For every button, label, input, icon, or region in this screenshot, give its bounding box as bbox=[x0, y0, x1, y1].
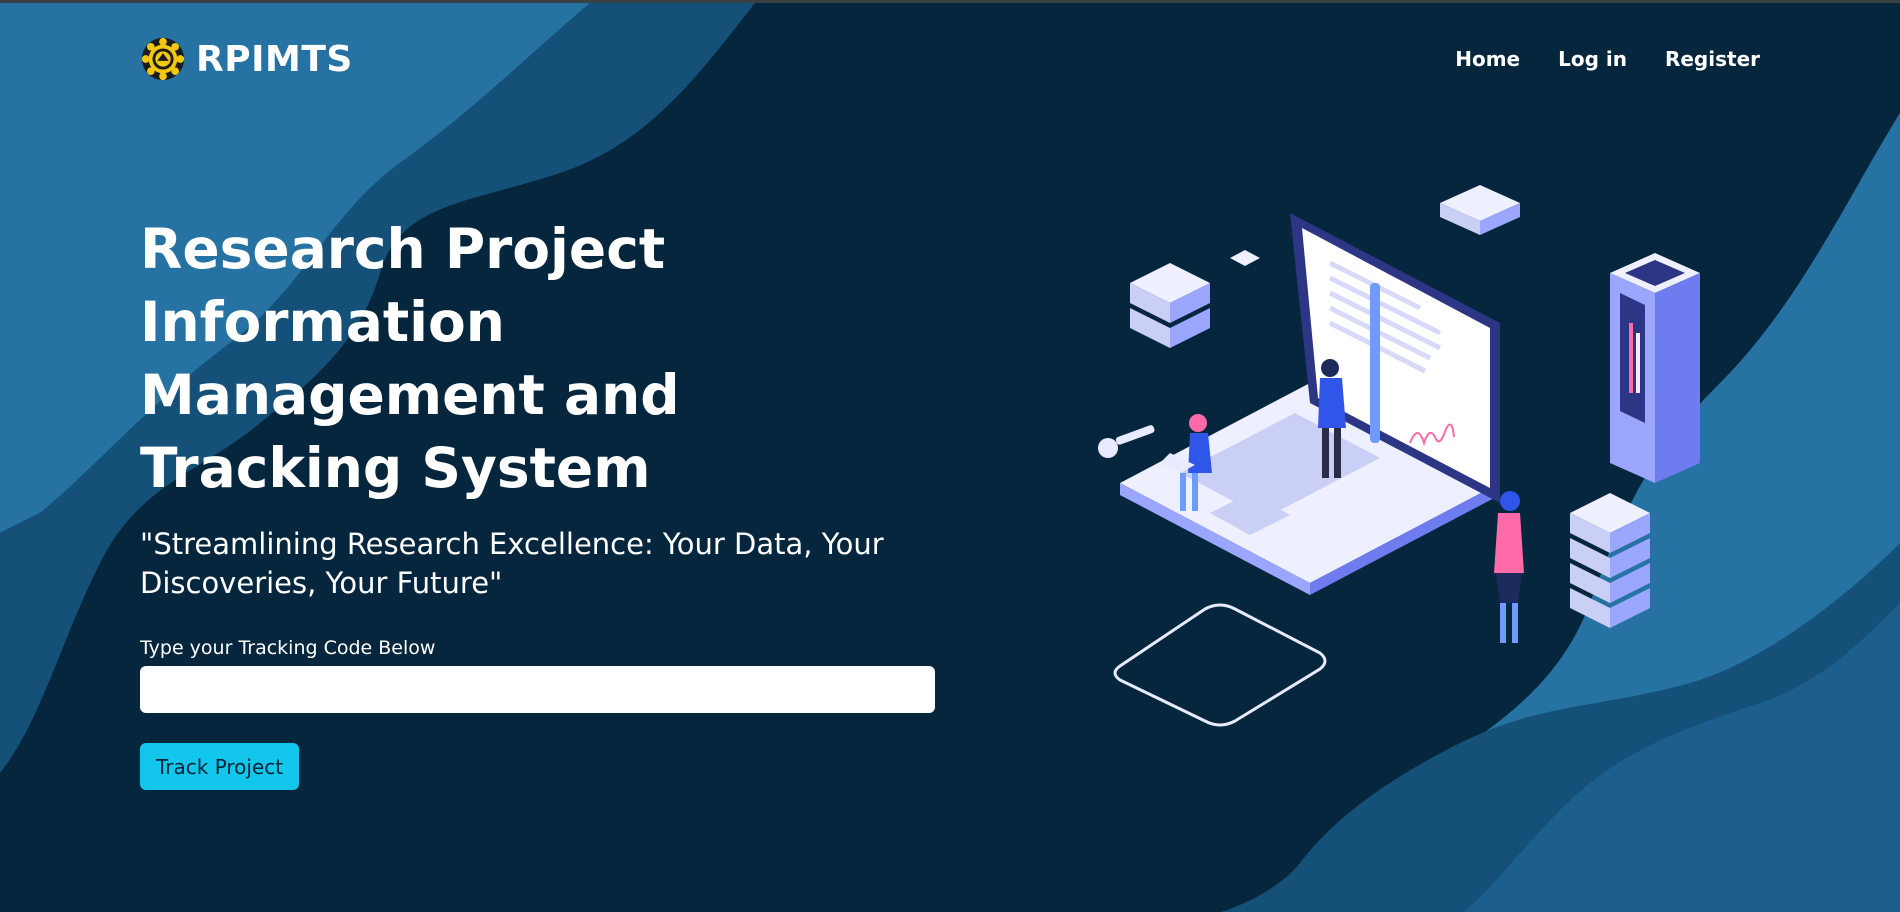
tracking-code-input[interactable] bbox=[140, 666, 935, 713]
isometric-laptop-research-illustration-icon bbox=[1098, 185, 1700, 727]
person-woman-icon bbox=[1494, 491, 1524, 643]
nav-register-link[interactable]: Register bbox=[1665, 47, 1760, 71]
pen-icon bbox=[1370, 283, 1380, 443]
server-top-icon bbox=[1440, 185, 1520, 235]
brand[interactable]: RPIMTS bbox=[140, 33, 353, 85]
hero-tagline: "Streamlining Research Excellence: Your … bbox=[140, 527, 884, 600]
nav-login-link[interactable]: Log in bbox=[1558, 47, 1627, 71]
floor-outline-icon bbox=[1113, 603, 1327, 727]
server-stack-left-icon bbox=[1130, 263, 1210, 348]
tracking-code-label: Type your Tracking Code Below bbox=[140, 637, 436, 659]
gear-seal-logo-icon bbox=[141, 37, 185, 81]
hero-title: Research Project Information Management … bbox=[140, 217, 680, 500]
key-icon bbox=[1098, 425, 1155, 458]
brand-name: RPIMTS bbox=[196, 38, 353, 80]
navbar: RPIMTS Home Log in Register bbox=[140, 33, 1760, 85]
hero-section: Research Project Information Management … bbox=[140, 213, 960, 790]
nav-home-link[interactable]: Home bbox=[1455, 47, 1520, 71]
page: RPIMTS Home Log in Register Research Pro… bbox=[0, 0, 1900, 912]
server-stack-right-icon bbox=[1570, 493, 1650, 628]
nav-links: Home Log in Register bbox=[1455, 33, 1760, 85]
floating-card-icon bbox=[1230, 250, 1260, 266]
track-project-button[interactable]: Track Project bbox=[140, 743, 300, 790]
tower-server-icon bbox=[1610, 253, 1700, 483]
